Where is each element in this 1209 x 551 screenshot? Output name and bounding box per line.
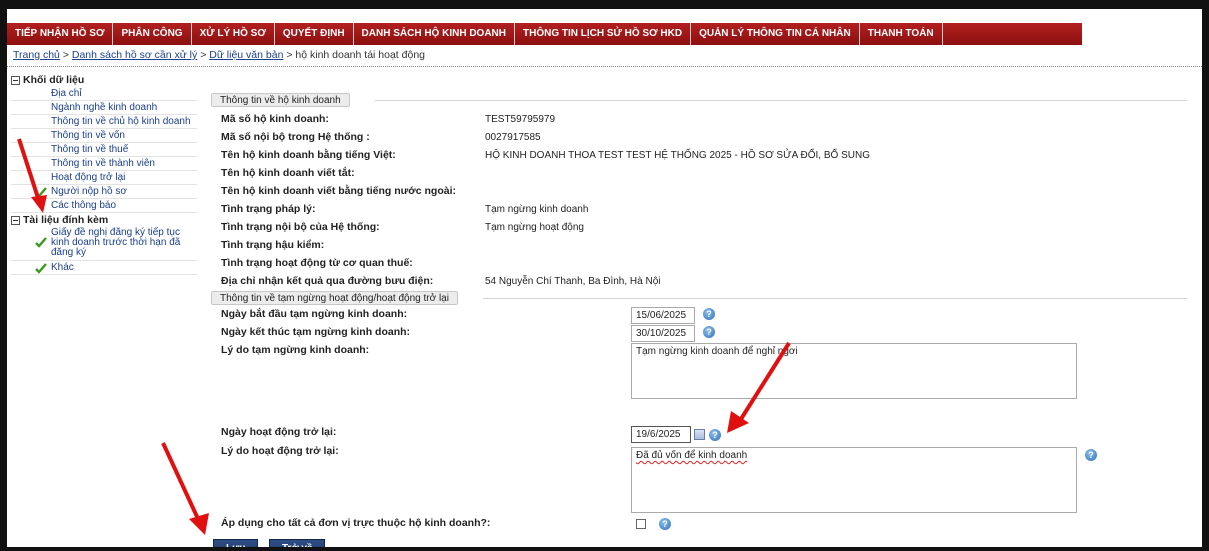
tree-group-label: Tài liệu đính kèm (23, 214, 109, 226)
sidebar-item-dia-chi[interactable]: Địa chỉ (11, 87, 197, 101)
sidebar-attachment-khac[interactable]: Khác (11, 261, 197, 275)
field-value: 0027917585 (485, 132, 541, 143)
tree-group-label: Khối dữ liệu (23, 74, 85, 86)
breadcrumb-separator: > (62, 49, 69, 61)
field-label: Địa chỉ nhận kết quả qua đường bưu điện: (221, 275, 434, 287)
sidebar-attachment-giay-de-nghi[interactable]: Giấy đề nghị đăng ký tiếp tục kinh doanh… (11, 227, 197, 261)
calendar-icon[interactable] (694, 429, 705, 440)
app-frame: TIẾP NHẬN HỒ SƠ PHÂN CÔNG XỬ LÝ HỒ SƠ QU… (0, 0, 1209, 551)
field-label: Tình trạng nội bộ của Hệ thống: (221, 221, 380, 233)
annotation-arrow-icon (17, 138, 47, 213)
field-label: Ngày bắt đầu tạm ngừng kinh doanh: (221, 308, 408, 320)
field-label: Ngày hoạt động trở lại: (221, 426, 337, 438)
breadcrumb-current: hộ kinh doanh tái hoạt động (295, 49, 425, 61)
nav-thanh-toan[interactable]: THANH TOÁN (859, 23, 943, 45)
field-value: TEST59795979 (485, 114, 556, 125)
breadcrumb-divider (7, 66, 1202, 67)
field-label: Tên hộ kinh doanh bằng tiếng Việt: (221, 149, 396, 161)
apply-all-checkbox[interactable] (636, 519, 646, 529)
field-value: Tạm ngừng kinh doanh (485, 204, 589, 215)
sidebar-item-label: Khác (51, 262, 74, 273)
checkmark-icon (35, 263, 47, 274)
nav-bar-fill (942, 23, 1082, 45)
breadcrumb-data-link[interactable]: Dữ liệu văn bản (209, 49, 283, 61)
nav-tiep-nhan-ho-so[interactable]: TIẾP NHẬN HỒ SƠ (7, 23, 114, 45)
field-label: Tình trạng hậu kiểm: (221, 239, 325, 251)
field-label: Lý do tạm ngừng kinh doanh: (221, 344, 370, 356)
breadcrumb-list-link[interactable]: Danh sách hồ sơ cần xử lý (72, 49, 197, 61)
breadcrumb-home-link[interactable]: Trang chủ (13, 49, 60, 61)
field-label: Lý do hoạt động trở lại: (221, 445, 339, 457)
field-label: Tình trạng hoạt động từ cơ quan thuế: (221, 257, 413, 269)
nav-bar-tail (1082, 23, 1202, 45)
field-label: Áp dụng cho tất cả đơn vị trực thuộc hộ … (221, 517, 491, 529)
field-label: Ngày kết thúc tạm ngừng kinh doanh: (221, 326, 411, 338)
section-divider (375, 100, 1187, 101)
collapse-icon[interactable] (11, 75, 20, 85)
resume-date-input[interactable]: 19/6/2025 (631, 426, 691, 443)
checkmark-icon (35, 237, 47, 248)
field-value: HỘ KINH DOANH THOA TEST TEST HỆ THỐNG 20… (485, 150, 870, 161)
main-menu-bar: TIẾP NHẬN HỒ SƠ PHÂN CÔNG XỬ LÝ HỒ SƠ QU… (7, 23, 1202, 45)
sidebar-item-chu-ho[interactable]: Thông tin về chủ hộ kinh doanh (11, 115, 197, 129)
back-button[interactable]: Trở về (269, 539, 326, 547)
section-title-ho-kinh-doanh: Thông tin về hộ kinh doanh (211, 93, 350, 107)
field-label: Mã số nội bộ trong Hệ thống : (221, 131, 370, 143)
field-label: Tình trạng pháp lý: (221, 203, 316, 215)
section-divider (483, 298, 1187, 299)
collapse-icon[interactable] (11, 215, 20, 225)
field-label: Tên hộ kinh doanh viết tắt: (221, 167, 355, 179)
help-icon[interactable]: ? (659, 518, 671, 530)
tree-group-tai-lieu[interactable]: Tài liệu đính kèm (11, 213, 197, 227)
field-value: Tạm ngừng hoạt động (485, 222, 584, 233)
nav-danh-sach-ho-kinh-doanh[interactable]: DANH SÁCH HỘ KINH DOANH (353, 23, 515, 45)
help-icon[interactable]: ? (1085, 449, 1097, 461)
resume-reason-textarea[interactable]: Đã đủ vốn để kinh doanh (631, 447, 1077, 513)
tree-group-khoi-du-lieu[interactable]: Khối dữ liệu (11, 73, 197, 87)
breadcrumb-separator: > (200, 49, 207, 61)
annotation-arrow-icon (727, 341, 791, 433)
field-label: Mã số hộ kinh doanh: (221, 113, 329, 125)
end-date-field[interactable]: 30/10/2025 (631, 325, 695, 342)
annotation-arrow-icon (161, 442, 209, 535)
sidebar-item-label: Giấy đề nghị đăng ký tiếp tục kinh doanh… (51, 227, 181, 258)
resume-reason-text: Đã đủ vốn để kinh doanh (636, 450, 748, 461)
section-title-tam-ngung: Thông tin về tạm ngừng hoạt động/hoạt độ… (211, 291, 458, 305)
nav-quyet-dinh[interactable]: QUYẾT ĐỊNH (274, 23, 354, 45)
top-navigation: TIẾP NHẬN HỒ SƠ PHÂN CÔNG XỬ LÝ HỒ SƠ QU… (7, 23, 1202, 45)
nav-thong-tin-lich-su[interactable]: THÔNG TIN LỊCH SỬ HỒ SƠ HKD (515, 23, 692, 45)
breadcrumb: Trang chủ > Danh sách hồ sơ cần xử lý > … (13, 49, 425, 61)
help-icon[interactable]: ? (709, 429, 721, 441)
sidebar-item-label: Người nộp hồ sơ (51, 186, 127, 197)
help-icon[interactable]: ? (703, 308, 715, 320)
help-icon[interactable]: ? (703, 326, 715, 338)
nav-xu-ly-ho-so[interactable]: XỬ LÝ HỒ SƠ (191, 23, 275, 45)
sidebar-item-nganh-nghe[interactable]: Ngành nghề kinh doanh (11, 101, 197, 115)
suspend-reason-textarea[interactable]: Tạm ngừng kinh doanh để nghỉ ngơi (631, 343, 1077, 399)
nav-phan-cong[interactable]: PHÂN CÔNG (113, 23, 192, 45)
breadcrumb-separator: > (286, 49, 293, 61)
start-date-field[interactable]: 15/06/2025 (631, 307, 695, 324)
field-label: Tên hộ kinh doanh viết bằng tiếng nước n… (221, 185, 456, 197)
save-button[interactable]: Lưu (213, 539, 259, 547)
nav-quan-ly-thong-tin-ca-nhan[interactable]: QUẢN LÝ THÔNG TIN CÁ NHÂN (691, 23, 860, 45)
field-value: 54 Nguyễn Chí Thanh, Ba Đình, Hà Nội (485, 276, 661, 287)
